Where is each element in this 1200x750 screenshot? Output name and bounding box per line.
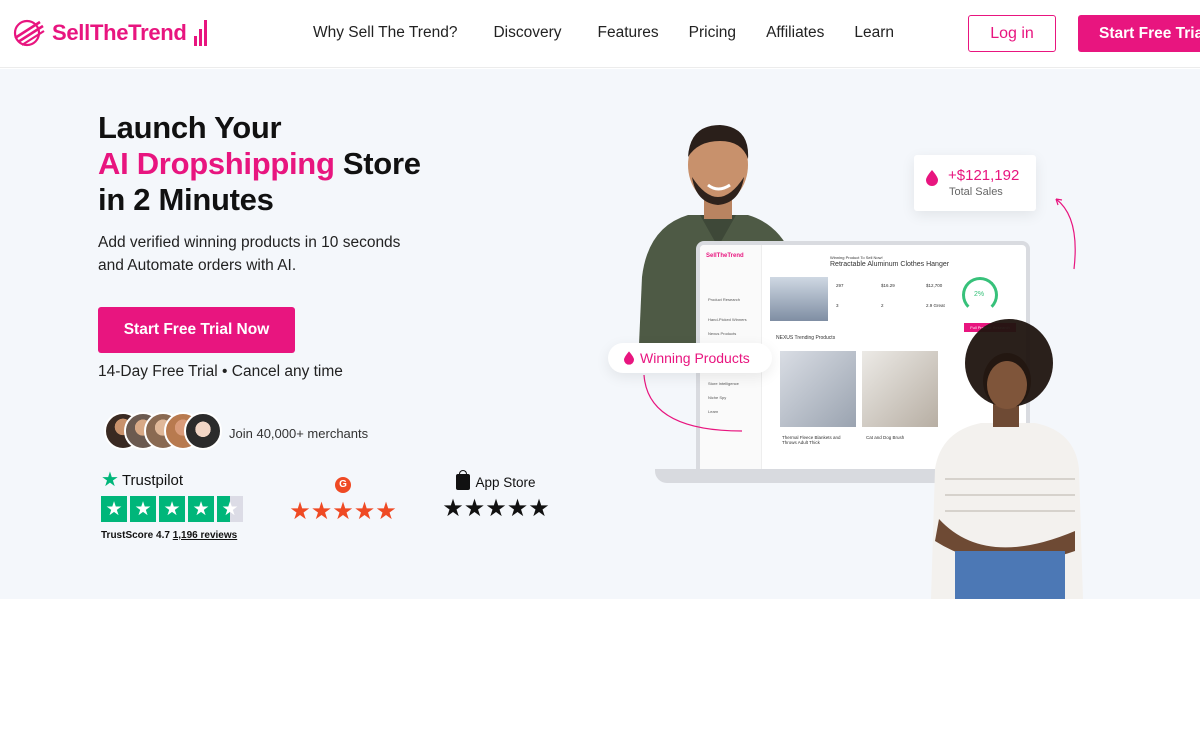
trial-note: 14-Day Free Trial • Cancel any time	[98, 363, 343, 380]
star-icon: ★	[159, 496, 185, 522]
nav-features[interactable]: Features	[598, 24, 659, 42]
merchants-count: Join 40,000+ merchants	[229, 426, 369, 441]
product-card-title: Thermal Fleece Blankets and Throws Adult…	[782, 435, 841, 445]
reviews-link[interactable]: 1,196 reviews	[173, 530, 238, 541]
hero-subtitle: Add verified winning products in 10 seco…	[98, 234, 401, 274]
curved-arrow-icon	[1055, 198, 1076, 270]
gauge-value: 2%	[974, 291, 985, 298]
g2-logo-icon: G	[335, 476, 351, 493]
brand-logo[interactable]: SellTheTrend	[12, 18, 207, 48]
avatar	[184, 412, 222, 450]
main-nav: Why Sell The Trend? Discovery Features P…	[313, 24, 930, 42]
dashboard-stat: 297	[836, 283, 844, 288]
app-store-name: App Store	[475, 474, 536, 490]
dashboard-nav-item: Hand-Picked Winners	[708, 317, 747, 322]
dashboard-stat: 2	[881, 303, 884, 308]
curved-arrow-icon	[643, 374, 743, 432]
dashboard-heading-small: Winning Product To Sell Now!	[830, 255, 883, 260]
logo-mark-icon	[13, 19, 45, 47]
product-image	[770, 277, 828, 321]
logo-bars-icon	[193, 20, 207, 46]
half-star-icon: ★	[217, 496, 243, 522]
woman-photo	[931, 319, 1083, 599]
dashboard-heading-large: Retractable Aluminum Clothes Hanger	[830, 261, 950, 268]
app-store-rating[interactable]: App Store ★★★★★	[437, 470, 555, 522]
total-sales-value: +$121,192	[948, 167, 1020, 184]
nav-why-sell-the-trend[interactable]: Why Sell The Trend?	[313, 24, 457, 42]
total-sales-label: Total Sales	[949, 186, 1003, 198]
dashboard-stat: $16.29	[881, 283, 895, 288]
trustpilot-star-icon: ★	[101, 469, 119, 491]
app-store-stars: ★★★★★	[442, 495, 550, 522]
site-header: SellTheTrend Why Sell The Trend? Discove…	[0, 0, 1200, 68]
start-free-trial-header-button[interactable]: Start Free Trial	[1078, 15, 1200, 52]
star-icon: ★	[130, 496, 156, 522]
nav-pricing[interactable]: Pricing	[689, 24, 736, 42]
product-card-image	[780, 351, 856, 427]
nav-discovery[interactable]: Discovery	[493, 24, 561, 42]
nav-affiliates[interactable]: Affiliates	[766, 24, 824, 42]
trustpilot-stars: ★ ★ ★ ★ ★	[101, 496, 243, 522]
login-button[interactable]: Log in	[968, 15, 1056, 52]
winning-products-pill: Winning Products	[608, 343, 772, 373]
merchant-avatars	[104, 412, 228, 452]
dashboard-section-title: NEXUS Trending Products	[776, 335, 836, 341]
g2-rating[interactable]: G ★★★★★	[284, 474, 402, 525]
trustpilot-name: Trustpilot	[121, 471, 184, 489]
dashboard-stat: $12,700	[926, 283, 943, 288]
logo-text: SellTheTrend	[52, 20, 187, 45]
flame-icon	[926, 170, 938, 186]
trustscore: TrustScore 4.7 1,196 reviews	[101, 530, 238, 541]
shopify-bag-icon	[456, 470, 471, 490]
product-card-title: Cat and Dog Brush	[866, 435, 905, 440]
dashboard-logo: SellTheTrend	[706, 253, 744, 259]
nav-learn[interactable]: Learn	[854, 24, 894, 42]
hero-title: Launch Your AI Dropshipping Store in 2 M…	[98, 110, 421, 217]
dashboard-nav-item: Product Research	[708, 297, 741, 302]
dashboard-stat: 2.9 Great	[926, 303, 945, 308]
hero-section: Launch Your AI Dropshipping Store in 2 M…	[0, 69, 1200, 599]
g2-stars: ★★★★★	[289, 497, 397, 525]
star-icon: ★	[188, 496, 214, 522]
trustpilot-rating[interactable]: ★ Trustpilot ★ ★ ★ ★ ★ TrustScore 4.7 1,1…	[101, 469, 243, 541]
star-icon: ★	[101, 496, 127, 522]
dashboard-main: Winning Product To Sell Now! Retractable…	[766, 255, 1020, 332]
dashboard-nav-item: Nexus Products	[708, 331, 737, 336]
start-free-trial-now-button[interactable]: Start Free Trial Now	[98, 307, 295, 353]
winning-products-label: Winning Products	[640, 350, 750, 366]
flame-icon	[624, 351, 634, 365]
total-sales-card: +$121,192 Total Sales	[914, 155, 1036, 211]
dashboard-stat: 3	[836, 303, 839, 308]
